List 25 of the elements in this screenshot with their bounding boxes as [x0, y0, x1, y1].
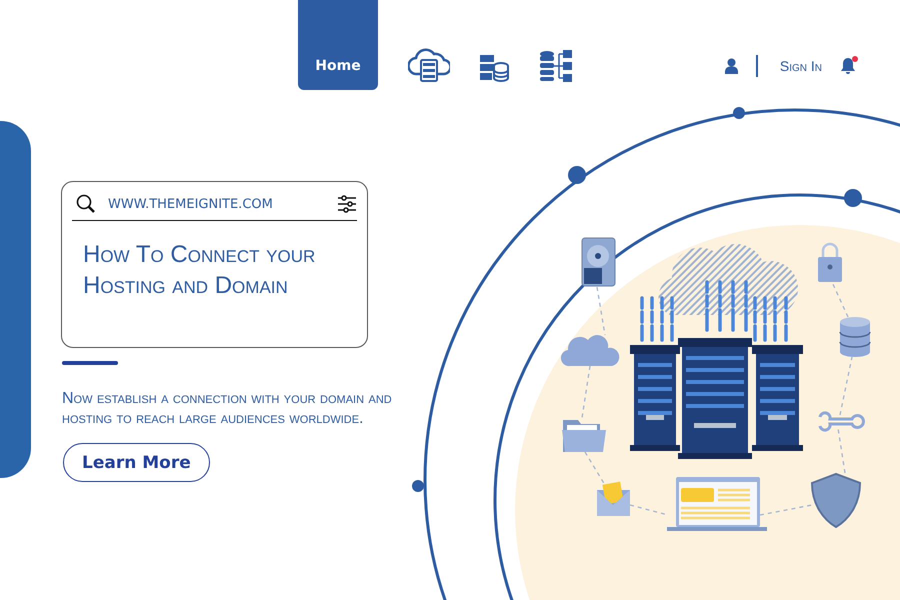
shield-icon [811, 473, 861, 528]
wrench-icon [818, 411, 865, 432]
laptop-icon [667, 477, 767, 531]
server-database-icon [480, 54, 510, 82]
database-network-icon [540, 50, 572, 82]
envelope-icon [597, 482, 630, 516]
learn-more-button[interactable]: Learn More [63, 443, 210, 482]
cloud-server-icon [408, 48, 450, 82]
orbit-dot [568, 166, 586, 184]
orbit-dot [844, 189, 862, 207]
cloud-icon [560, 335, 620, 366]
orbit-dot [733, 107, 745, 119]
padlock-icon [818, 242, 842, 282]
search-icon[interactable] [76, 194, 96, 214]
search-field[interactable]: WWW.THEMEIGNITE.COM [108, 196, 325, 212]
folder-icon [562, 420, 606, 452]
database-icon [839, 317, 871, 357]
bell-icon[interactable] [840, 57, 856, 75]
description: Now establish a connection with your domain and hosting to reach large audiences worldwide. [62, 389, 393, 429]
nav-tab[interactable]: Home [298, 0, 378, 90]
sign-in-link[interactable]: Sign In [780, 58, 822, 74]
user-icon[interactable] [724, 58, 738, 74]
orbit-dot [412, 480, 424, 492]
filter-sliders-icon[interactable] [337, 195, 357, 213]
headline: How To Connect your Hosting and Domain [83, 240, 316, 301]
